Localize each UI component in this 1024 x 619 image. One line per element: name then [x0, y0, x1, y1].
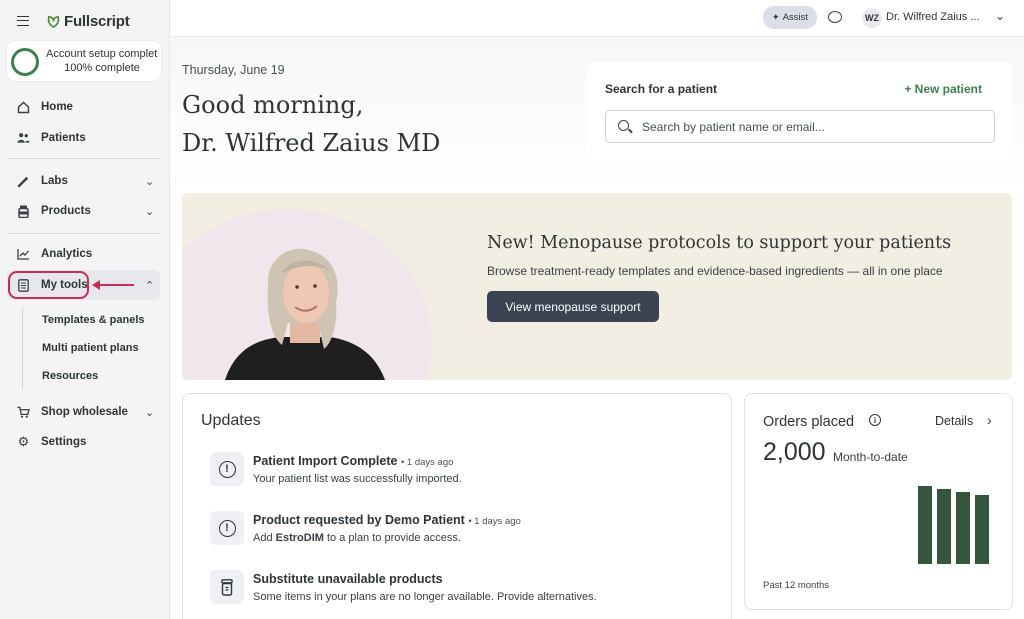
greeting-line-1: Good morning,	[182, 91, 364, 119]
banner-subtitle: Browse treatment-ready templates and evi…	[487, 264, 943, 278]
orders-placed-card: Orders placed i Details › 2,000 Month-to…	[744, 393, 1013, 610]
setup-title: Account setup complet	[46, 48, 158, 60]
bottle-icon	[17, 205, 30, 218]
update-time: • 1 days ago	[400, 457, 454, 468]
greeting: Good morning, Dr. Wilfred Zaius MD	[182, 86, 440, 162]
assist-label: Assist	[782, 12, 808, 23]
sidebar-item-label: Products	[41, 205, 91, 217]
alert-icon: !	[210, 511, 244, 545]
setup-progress-ring	[11, 48, 39, 76]
sidebar: Fullscript Account setup complet 100% co…	[0, 0, 170, 619]
chevron-down-icon: ⌄	[145, 406, 155, 419]
search-input[interactable]: Search by patient name or email...	[605, 110, 995, 143]
users-icon	[17, 132, 30, 145]
view-menopause-support-button[interactable]: View menopause support	[487, 291, 659, 322]
sidebar-item-home[interactable]: Home	[0, 94, 170, 120]
sidebar-item-label: Analytics	[41, 248, 93, 260]
bottle-icon	[210, 570, 244, 604]
chevron-down-icon: ⌄	[145, 205, 155, 218]
home-icon	[17, 101, 30, 114]
annotation-arrow-line	[98, 284, 134, 286]
line-chart-icon	[17, 248, 30, 261]
banner-title: New! Menopause protocols to support your…	[487, 233, 952, 253]
update-desc-post: to a plan to provide access.	[323, 532, 461, 544]
chevron-down-icon: ⌄	[145, 175, 155, 188]
sidebar-item-products[interactable]: Products ⌄	[0, 198, 170, 224]
cart-icon	[17, 406, 30, 419]
update-time: • 1 days ago	[468, 516, 521, 527]
chart-bar	[918, 486, 932, 564]
chevron-up-icon: ⌃	[145, 279, 155, 292]
sidebar-item-label: Settings	[41, 436, 87, 448]
highlight-ring	[8, 271, 89, 299]
orders-value: 2,000	[763, 438, 826, 466]
greeting-line-2: Dr. Wilfred Zaius MD	[182, 129, 441, 157]
assist-button[interactable]: ✦ Assist	[763, 6, 817, 29]
details-link[interactable]: Details	[935, 414, 973, 428]
sidebar-item-labs[interactable]: Labs ⌄	[0, 168, 170, 194]
update-title-text: Product requested by Demo Patient	[253, 513, 465, 527]
sidebar-subitem-templates[interactable]: Templates & panels	[42, 314, 145, 326]
menu-icon[interactable]	[17, 16, 29, 26]
promo-banner: New! Menopause protocols to support your…	[182, 193, 1012, 380]
sidebar-item-label: Patients	[41, 132, 86, 144]
sidebar-item-label: Labs	[41, 175, 68, 187]
setup-progress-label: 100% complete	[64, 62, 140, 74]
search-icon	[618, 120, 629, 131]
sidebar-subitem-multi-patient-plans[interactable]: Multi patient plans	[42, 342, 139, 354]
alert-icon: !	[210, 452, 244, 486]
gear-icon: ⚙	[17, 434, 30, 449]
orders-bar-chart	[905, 474, 1005, 564]
account-setup-card[interactable]: Account setup complet 100% complete	[7, 41, 161, 81]
avatar[interactable]: WZ	[862, 8, 882, 28]
chart-bar	[956, 492, 970, 564]
orders-value-label: Month-to-date	[833, 450, 908, 464]
sidebar-item-shop-wholesale[interactable]: Shop wholesale ⌄	[0, 399, 170, 425]
update-desc-product: EstroDIM	[275, 532, 324, 544]
sidebar-item-label: Home	[41, 101, 73, 113]
update-item[interactable]: ! Patient Import Complete • 1 days ago Y…	[210, 452, 710, 492]
update-desc: Some items in your plans are no longer a…	[253, 591, 597, 603]
sidebar-item-settings[interactable]: ⚙ Settings	[0, 429, 170, 455]
updates-card: Updates ! Patient Import Complete • 1 da…	[182, 393, 732, 619]
update-item[interactable]: Substitute unavailable products Some ite…	[210, 570, 710, 610]
info-icon[interactable]: i	[869, 414, 881, 426]
logo-text: Fullscript	[64, 13, 130, 30]
new-patient-button[interactable]: + New patient	[904, 82, 982, 96]
sidebar-item-patients[interactable]: Patients	[0, 125, 170, 151]
submenu-rail	[22, 308, 23, 390]
search-placeholder: Search by patient name or email...	[642, 120, 825, 134]
chart-bar	[975, 495, 989, 564]
sidebar-item-analytics[interactable]: Analytics	[0, 241, 170, 267]
update-title: Substitute unavailable products	[253, 572, 443, 586]
chevron-down-icon[interactable]: ⌄	[995, 9, 1005, 23]
leaf-logo-icon	[47, 16, 60, 28]
update-title: Product requested by Demo Patient • 1 da…	[253, 513, 521, 527]
update-title-text: Patient Import Complete	[253, 454, 398, 468]
chart-bar	[937, 489, 951, 564]
update-item[interactable]: ! Product requested by Demo Patient • 1 …	[210, 511, 710, 551]
woman-portrait-image	[225, 248, 385, 380]
chat-icon[interactable]	[828, 11, 842, 23]
updates-title: Updates	[201, 412, 261, 429]
search-title: Search for a patient	[605, 82, 718, 96]
sparkle-icon: ✦	[772, 12, 780, 22]
orders-period: Past 12 months	[763, 580, 830, 591]
sidebar-divider	[8, 158, 160, 159]
current-date: Thursday, June 19	[182, 63, 285, 77]
sidebar-divider	[8, 233, 160, 234]
chevron-right-icon[interactable]: ›	[987, 412, 992, 428]
update-desc-pre: Add	[253, 532, 276, 544]
update-desc: Your patient list was successfully impor…	[253, 473, 462, 485]
patient-search-card: Search for a patient + New patient Searc…	[587, 62, 1012, 161]
logo[interactable]: Fullscript	[47, 13, 130, 30]
orders-title: Orders placed	[763, 414, 855, 430]
update-desc: Add EstroDIM to a plan to provide access…	[253, 532, 461, 544]
sidebar-item-label: Shop wholesale	[41, 406, 128, 418]
update-title: Patient Import Complete • 1 days ago	[253, 454, 453, 468]
user-menu-name[interactable]: Dr. Wilfred Zaius ...	[886, 11, 980, 23]
sidebar-subitem-resources[interactable]: Resources	[42, 370, 98, 382]
pipette-icon	[17, 175, 30, 188]
